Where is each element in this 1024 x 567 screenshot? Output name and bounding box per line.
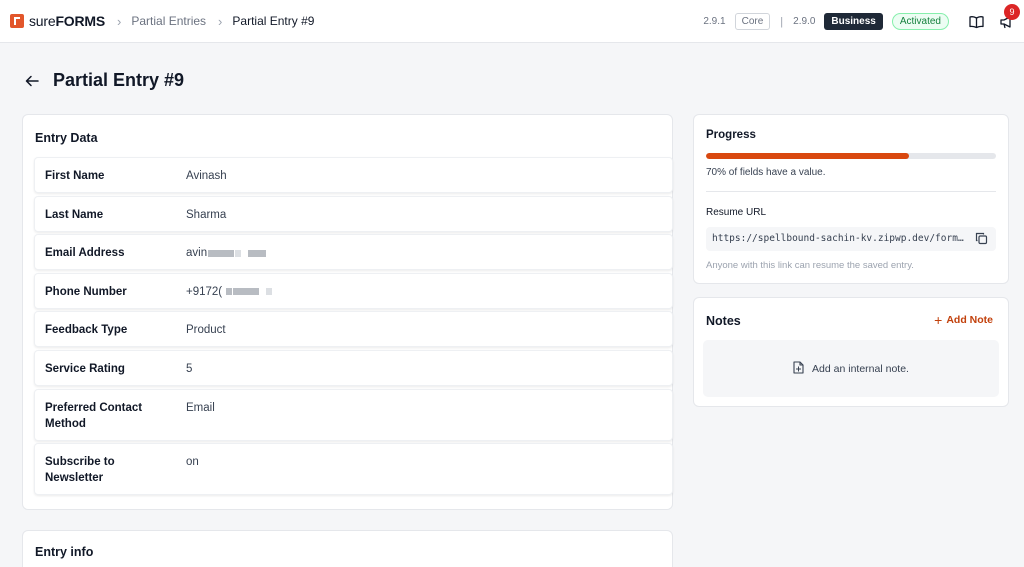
field-row-email: Email Address avin (34, 234, 673, 271)
entry-data-title: Entry Data (35, 131, 98, 145)
field-row-first-name: First Name Avinash (34, 157, 673, 193)
field-value: Product (186, 324, 226, 337)
sureforms-logo-icon (10, 14, 24, 28)
notes-title: Notes (706, 314, 741, 328)
entry-data-card: Entry Data First Name Avinash Last Name … (22, 114, 673, 510)
field-row-feedback-type: Feedback Type Product (34, 311, 673, 348)
field-value: Sharma (186, 208, 227, 221)
add-note-button[interactable]: + Add Note (934, 312, 993, 328)
progress-note: 70% of fields have a value. (706, 167, 826, 178)
book-icon[interactable] (968, 14, 984, 30)
entry-info-title: Entry info (35, 545, 94, 559)
page-title: Partial Entry #9 (53, 70, 185, 90)
field-value: on (186, 456, 199, 469)
redacted-mask (248, 249, 267, 257)
field-value: avin (186, 247, 208, 260)
divider (706, 191, 996, 192)
notes-empty-state: Add an internal note. (703, 340, 999, 397)
resume-url-note: Anyone with this link can resume the sav… (706, 260, 914, 271)
entry-data-list: First Name Avinash Last Name Sharma Emai… (34, 157, 684, 498)
plus-icon: + (934, 312, 943, 328)
field-value: +9172( (186, 285, 223, 298)
field-label: Email Address (45, 247, 125, 260)
redacted-mask (233, 288, 260, 296)
megaphone-icon[interactable]: 9 (998, 3, 1020, 30)
chevron-right-icon: › (117, 13, 122, 29)
field-row-last-name: Last Name Sharma (34, 195, 673, 232)
redacted-mask (235, 249, 242, 257)
resume-url-field: https://spellbound-sachin-kv.zipwp.dev/f… (706, 227, 996, 251)
top-bar: SURE FORMS › Partial Entries › Partial En… (0, 0, 1024, 43)
redacted-mask (266, 288, 273, 296)
notification-badge: 9 (1004, 3, 1020, 20)
field-label: Preferred Contact Method (45, 401, 143, 430)
redacted-mask (226, 288, 233, 296)
breadcrumb-current: Partial Entry #9 (232, 14, 315, 28)
add-note-label: Add Note (946, 314, 993, 326)
version-divider: | (780, 15, 784, 28)
pro-version: 2.9.0 (793, 16, 816, 27)
field-label: Phone Number (45, 285, 127, 298)
chevron-right-icon: › (218, 13, 223, 29)
field-label: Feedback Type (45, 324, 128, 337)
resume-url-value[interactable]: https://spellbound-sachin-kv.zipwp.dev/f… (712, 233, 970, 244)
field-value: 5 (186, 362, 193, 375)
field-label: Last Name (45, 208, 104, 221)
field-row-preferred-contact: Preferred Contact Method Email (34, 388, 673, 441)
field-row-newsletter: Subscribe to Newsletter on (34, 443, 673, 496)
page-header: Partial Entry #9 (24, 70, 184, 91)
core-badge: Core (734, 13, 771, 30)
progress-card: Progress 70% of fields have a value. Res… (693, 114, 1009, 284)
notes-card: Notes + Add Note Add an internal note. (693, 297, 1009, 407)
progress-title: Progress (706, 129, 756, 141)
logo-text-sure: SURE (29, 13, 56, 29)
back-arrow-icon[interactable] (24, 73, 40, 89)
field-row-service-rating: Service Rating 5 (34, 349, 673, 386)
field-label: Subscribe to Newsletter (45, 456, 115, 485)
breadcrumb-partial-entries[interactable]: Partial Entries (131, 14, 206, 28)
field-value: Avinash (186, 170, 227, 182)
progress-bar (706, 153, 996, 159)
resume-url-label: Resume URL (706, 207, 767, 218)
entry-info-card: Entry info (22, 530, 673, 567)
logo-text-forms: FORMS (55, 13, 105, 29)
copy-icon[interactable] (975, 232, 988, 245)
license-status-badge: Activated (891, 13, 949, 30)
note-icon (793, 360, 804, 377)
field-value-wrap: avin (186, 245, 267, 261)
plan-badge: Business (824, 13, 883, 30)
sureforms-logo[interactable]: SURE FORMS (10, 13, 105, 29)
field-value: Email (186, 401, 215, 414)
field-label: Service Rating (45, 362, 125, 375)
progress-bar-fill (706, 153, 909, 159)
field-row-phone: Phone Number +9172( (34, 272, 673, 309)
redacted-mask (208, 249, 235, 257)
core-version: 2.9.1 (703, 16, 726, 27)
notes-empty-text: Add an internal note. (812, 362, 909, 375)
field-label: First Name (45, 170, 105, 182)
field-value-wrap: +9172( (186, 284, 273, 300)
